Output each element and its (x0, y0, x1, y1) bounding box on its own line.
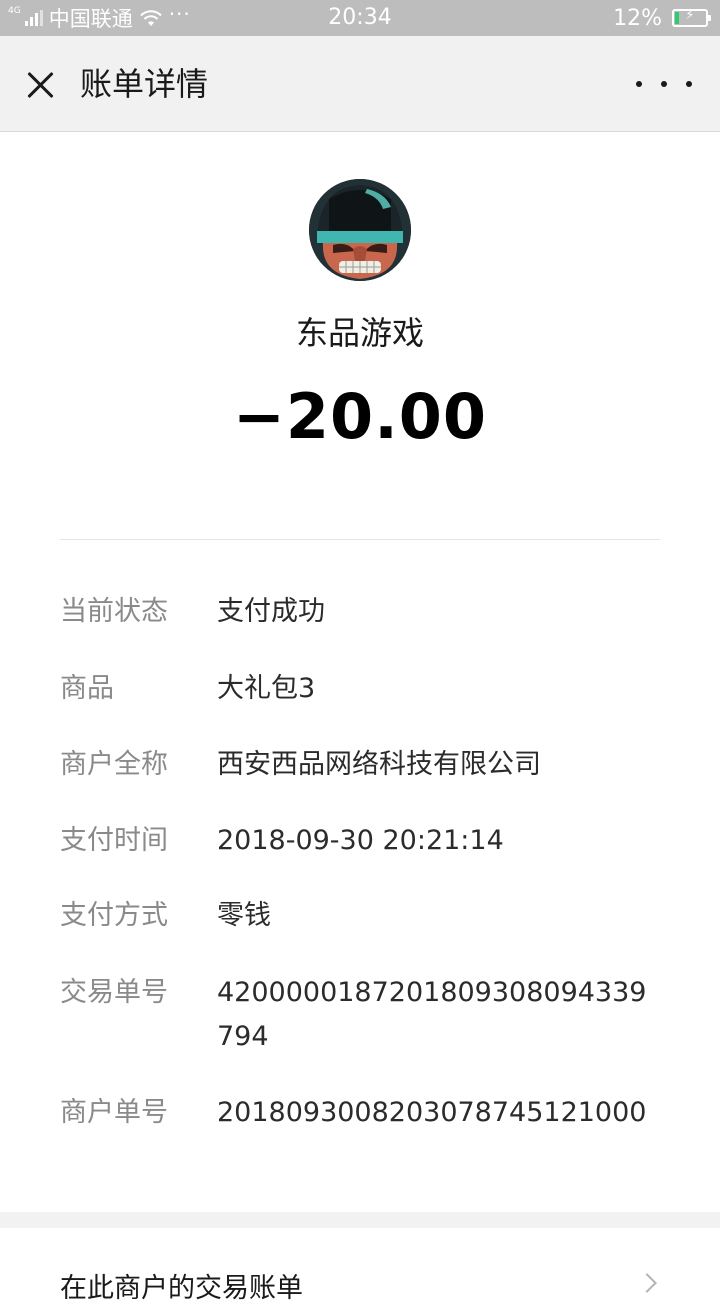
more-options-button[interactable] (636, 68, 692, 100)
section-separator (0, 1212, 720, 1228)
page-title: 账单详情 (80, 65, 209, 103)
battery-icon: ⚡ (672, 8, 711, 27)
divider (60, 539, 660, 540)
detail-label: 支付方式 (60, 900, 168, 931)
charging-bolt-icon: ⚡ (685, 8, 695, 23)
detail-label: 商户单号 (60, 1097, 168, 1128)
detail-label: 支付时间 (60, 825, 168, 856)
detail-value: 零钱 (217, 900, 271, 931)
nav-bar: 账单详情 (0, 36, 720, 132)
merchant-name: 东品游戏 (295, 314, 424, 352)
merchant-avatar (309, 179, 411, 281)
status-time: 20:34 (328, 5, 392, 30)
more-dot-icon (636, 81, 642, 87)
close-button[interactable] (16, 60, 64, 108)
detail-value: 西安西品网络科技有限公司 (217, 749, 541, 780)
battery-percent: 12% (613, 5, 662, 31)
chevron-right-icon (637, 1273, 657, 1293)
detail-value: 支付成功 (217, 596, 325, 627)
transaction-amount: −20.00 (232, 380, 488, 453)
more-dot-icon (686, 81, 692, 87)
detail-label: 商品 (60, 673, 114, 704)
detail-label: 当前状态 (60, 596, 168, 627)
detail-value: 大礼包3 (217, 673, 316, 704)
detail-value[interactable]: 4200000187201809308094339794 (217, 971, 657, 1059)
detail-value[interactable]: 2018093008203078745121000 (217, 1091, 657, 1135)
status-right: 12% ⚡ (613, 0, 711, 36)
detail-value: 2018-09-30 20:21:14 (217, 825, 504, 856)
merchant-bills-link[interactable]: 在此商户的交易账单 (0, 1228, 720, 1304)
detail-label: 商户全称 (60, 749, 168, 780)
status-bar: 4G 中国联通 ··· 20:34 12% ⚡ (0, 0, 720, 36)
merchant-avatar-image (309, 179, 411, 281)
merchant-bills-label: 在此商户的交易账单 (60, 1273, 303, 1304)
detail-label: 交易单号 (60, 977, 168, 1008)
more-dot-icon (661, 81, 667, 87)
